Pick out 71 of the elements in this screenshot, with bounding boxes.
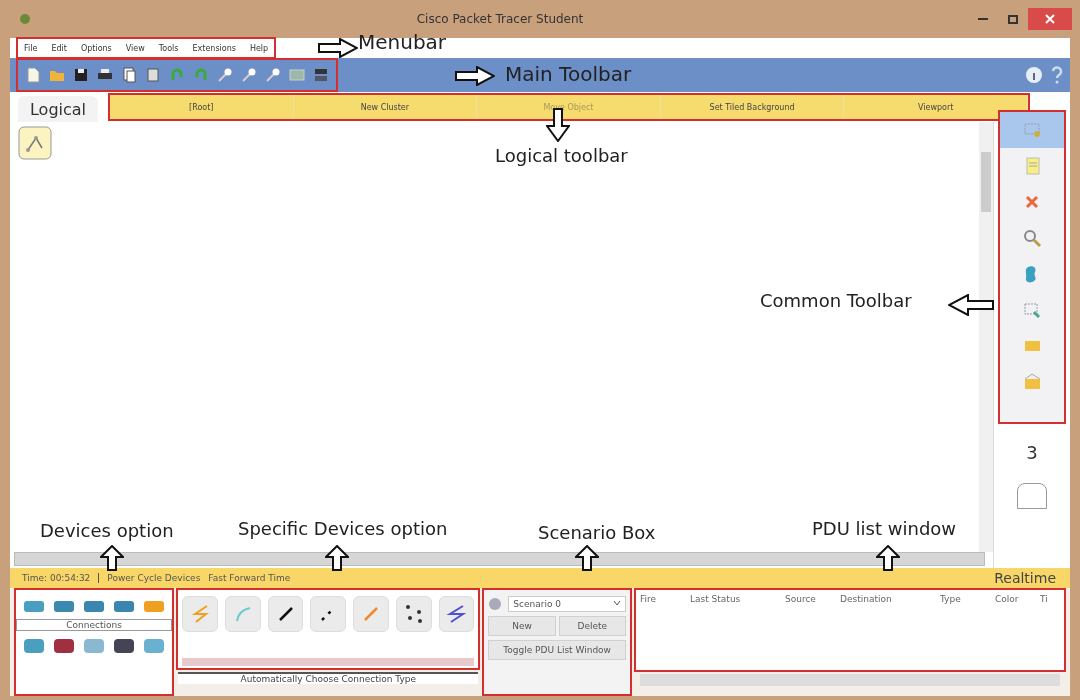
annotation-label: Devices option xyxy=(40,520,174,541)
device-category-icon[interactable] xyxy=(53,636,76,656)
vertical-scrollbar[interactable] xyxy=(979,122,993,552)
column-header: Destination xyxy=(840,594,893,606)
menu-item[interactable]: Tools xyxy=(158,43,179,53)
column-header: Source xyxy=(785,594,817,606)
connection-button[interactable] xyxy=(395,596,432,632)
minimize-icon xyxy=(978,18,988,20)
annotation-label: Logical toolbar xyxy=(495,145,628,166)
open-envelope-icon xyxy=(1022,372,1042,392)
connection-button[interactable] xyxy=(267,596,304,632)
status-icon xyxy=(488,597,503,611)
workspace-tab[interactable]: Logical xyxy=(18,96,98,122)
toolbar-item[interactable]: [Root] xyxy=(110,95,294,119)
page-number: 3 xyxy=(1026,442,1038,463)
connection-button[interactable] xyxy=(438,596,475,632)
connection-hint: Automatically Choose Connection Type xyxy=(178,672,479,684)
arrow-icon xyxy=(948,294,994,316)
logical-view-icon[interactable] xyxy=(18,126,52,160)
palette-icon[interactable] xyxy=(288,66,306,84)
column-header: Ti xyxy=(1040,594,1049,606)
copy-icon[interactable] xyxy=(120,66,138,84)
close-icon xyxy=(1045,14,1055,24)
column-header: Color xyxy=(995,594,1020,606)
annotation-label: Menubar xyxy=(358,30,447,54)
device-category-icon[interactable] xyxy=(113,636,136,656)
annotation-label: Common Toolbar xyxy=(760,290,912,311)
arrow-icon xyxy=(455,66,495,86)
horizontal-scrollbar[interactable] xyxy=(14,552,985,566)
status-action[interactable]: Power Cycle Devices xyxy=(107,573,201,583)
menu-item[interactable]: Extensions xyxy=(192,43,236,53)
menu-item[interactable]: File xyxy=(24,43,38,53)
annotation-label: Specific Devices option xyxy=(238,518,448,539)
save-icon[interactable] xyxy=(72,66,90,84)
toolbar-item[interactable]: Set Tiled Background xyxy=(660,95,845,119)
menu-item[interactable]: View xyxy=(125,43,145,53)
status-action[interactable]: Fast Forward Time xyxy=(208,573,291,583)
panel-button[interactable] xyxy=(1017,483,1047,509)
close-button[interactable] xyxy=(1028,8,1072,30)
info-icon[interactable] xyxy=(1024,65,1044,85)
toggle-button[interactable]: Toggle PDU List Window xyxy=(488,640,626,660)
device-category-icon[interactable] xyxy=(113,598,136,614)
annotation-label: Main Toolbar xyxy=(505,62,632,86)
maximize-icon xyxy=(1008,14,1018,24)
column-header: Type xyxy=(940,594,962,606)
column-header: Last Status xyxy=(690,594,742,606)
column-header: Fire xyxy=(640,594,658,606)
time-label: Time: 00:54:32 xyxy=(10,573,100,583)
select-icon xyxy=(1022,120,1042,140)
device-category-icon[interactable] xyxy=(83,598,106,614)
app-icon xyxy=(18,12,32,26)
scenario-button[interactable]: New xyxy=(488,616,556,636)
new-file-icon[interactable] xyxy=(24,66,42,84)
menu-item[interactable]: Help xyxy=(249,43,269,53)
search-icon xyxy=(1022,228,1042,248)
device-stack-icon[interactable] xyxy=(312,66,330,84)
scenario-select[interactable]: Scenario 0 xyxy=(508,596,626,612)
window-title: Cisco Packet Tracer Student xyxy=(415,12,585,26)
menu-item[interactable]: Options xyxy=(80,43,112,53)
category-label: Connections xyxy=(16,619,173,631)
caret-icon xyxy=(613,599,621,607)
horizontal-scrollbar[interactable] xyxy=(182,658,475,666)
toolbar-item[interactable]: New Cluster xyxy=(293,95,478,119)
resize-icon xyxy=(1022,300,1042,320)
mode-label[interactable]: Realtime xyxy=(980,570,1070,586)
annotation-label: PDU list window xyxy=(812,518,957,539)
document-icon[interactable] xyxy=(144,66,162,84)
serial-cable-icon xyxy=(445,603,468,625)
annotation-label: Scenario Box xyxy=(538,522,656,543)
menu-item[interactable]: Edit xyxy=(51,43,67,53)
scenario-button[interactable]: Delete xyxy=(558,616,626,636)
